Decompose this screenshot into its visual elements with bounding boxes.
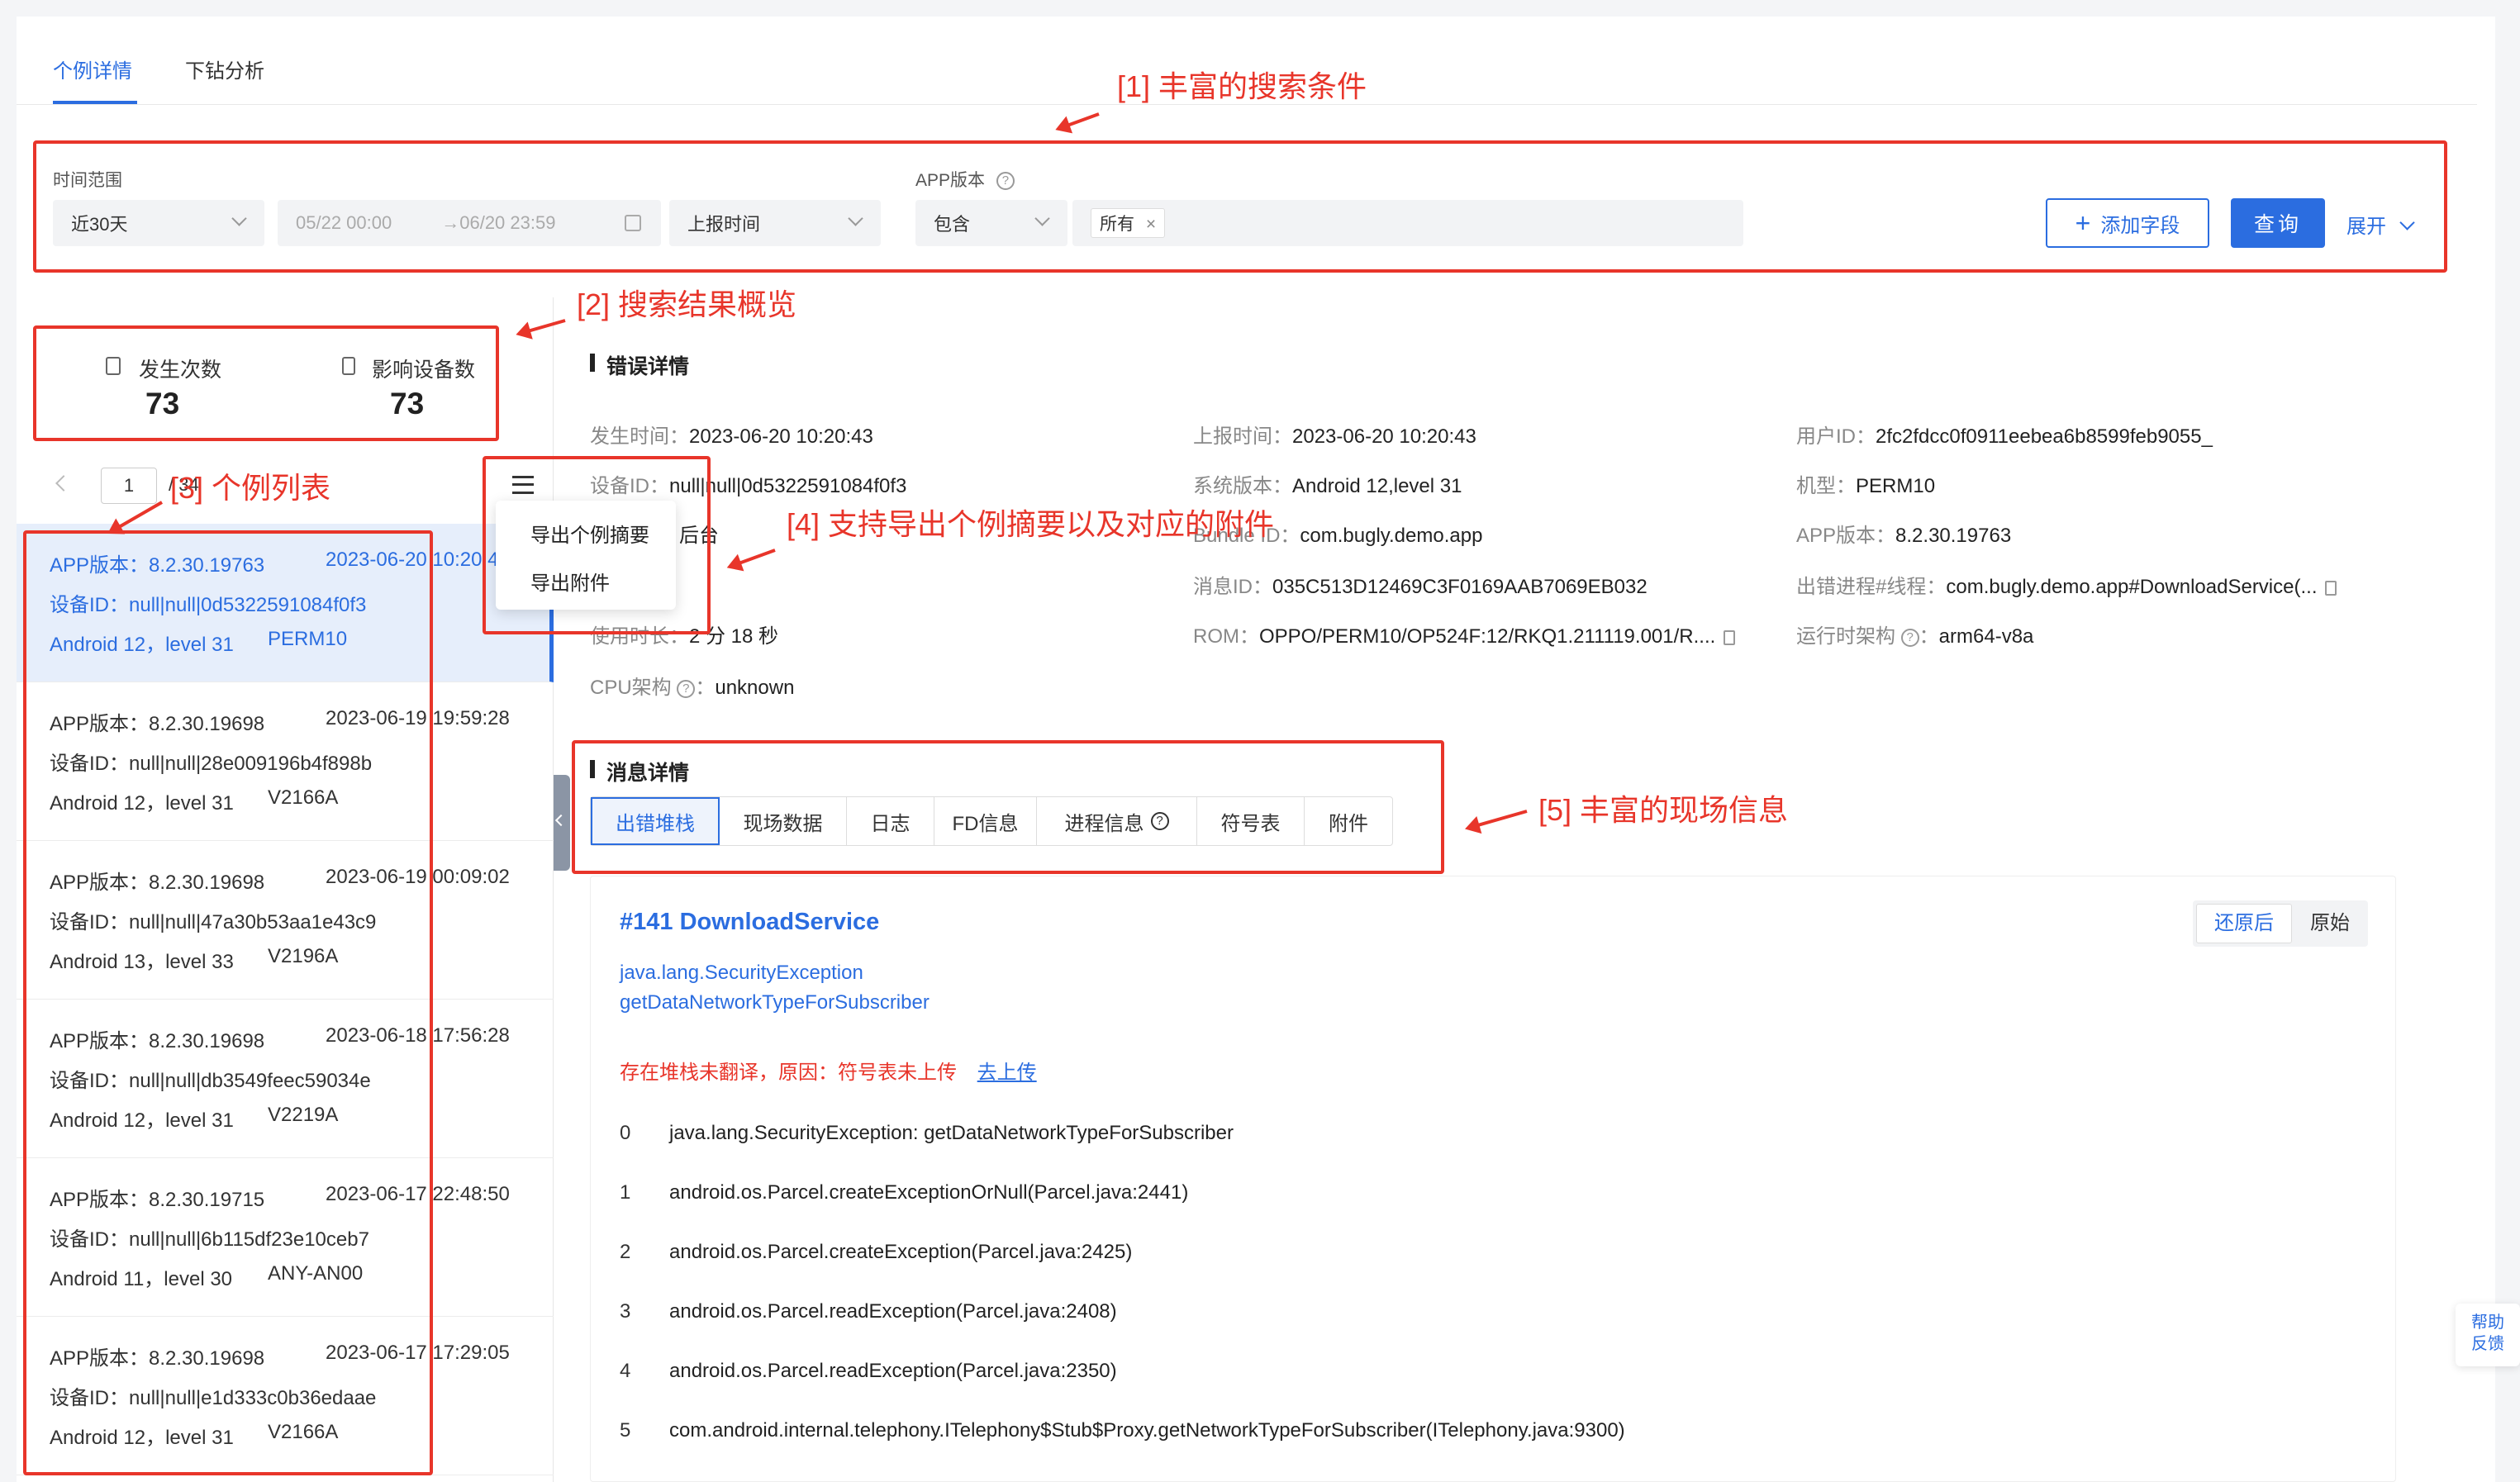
upload-link[interactable]: 去上传 <box>977 1062 1037 1084</box>
annotation-box-5 <box>572 740 1444 874</box>
field-app-version: APP版本：8.2.30.19763 <box>1796 519 2011 548</box>
help-feedback-button[interactable]: 帮助 反馈 <box>2456 1304 2520 1366</box>
field-value: Android 12,level 31 <box>1292 475 1462 497</box>
field-key: APP版本： <box>1796 525 1896 547</box>
field-value: arm64-v8a <box>1938 625 2034 648</box>
field-key: 上报时间： <box>1193 425 1292 448</box>
stack-line-index: 2 <box>620 1241 631 1263</box>
field-key: 消息ID： <box>1193 576 1272 598</box>
field-key: 系统版本： <box>1193 475 1292 497</box>
field-value: 2023-06-20 10:20:43 <box>1292 425 1476 448</box>
annotation-label-2: [2] 搜索结果概览 <box>577 287 797 321</box>
stack-line-text: java.lang.SecurityException: getDataNetw… <box>669 1122 1234 1144</box>
field-value: 2fc2fdcc0f0911eebea6b8599feb9055_ <box>1876 425 2213 448</box>
field-value: 035C513D12469C3F0169AAB7069EB032 <box>1272 576 1648 598</box>
help-circle-icon[interactable]: ? <box>1900 628 1919 647</box>
field-key: ROM： <box>1193 625 1259 648</box>
error-detail-title: 错误详情 <box>590 350 689 380</box>
stack-line-text: android.os.Parcel.createExceptionOrNull(… <box>669 1181 1189 1204</box>
annotation-box-1 <box>33 140 2447 273</box>
restore-button[interactable]: 还原后 <box>2196 904 2292 943</box>
stack-line-text: android.os.Parcel.readException(Parcel.j… <box>669 1300 1117 1323</box>
annotation-label-5: [5] 丰富的现场信息 <box>1538 793 1789 827</box>
field-key: CPU架构 <box>590 677 672 699</box>
field-os-version: 系统版本：Android 12,level 31 <box>1193 469 1462 498</box>
field-model: 机型：PERM10 <box>1796 469 1935 498</box>
field-key: 运行时架构 <box>1796 625 1895 648</box>
field-value: unknown <box>715 677 795 699</box>
field-value: com.bugly.demo.app <box>1300 525 1483 547</box>
stack-line-text: android.os.Parcel.readException(Parcel.j… <box>669 1360 1117 1382</box>
collapse-handle[interactable] <box>554 775 570 871</box>
stack-line-text: android.os.Parcel.createException(Parcel… <box>669 1241 1133 1263</box>
view-mode-toggle: 还原后 原始 <box>2193 900 2368 947</box>
field-report-time: 上报时间：2023-06-20 10:20:43 <box>1193 420 1476 449</box>
field-key: 出错进程#线程： <box>1796 576 1947 598</box>
stack-line-index: 4 <box>620 1360 631 1382</box>
help-label: 帮助 <box>2471 1313 2504 1332</box>
tab-drilldown[interactable]: 下钻分析 <box>185 55 264 83</box>
field-rom: ROM：OPPO/PERM10/OP524F:12/RKQ1.211119.00… <box>1193 620 1736 648</box>
stack-line-index: 5 <box>620 1419 631 1442</box>
field-user-id: 用户ID：2fc2fdcc0f0911eebea6b8599feb9055_ <box>1796 420 2213 449</box>
stack-line-index: 1 <box>620 1181 631 1204</box>
stack-line-index: 0 <box>620 1122 631 1144</box>
thread-title: #141 DownloadService <box>620 909 880 935</box>
field-key: 机型： <box>1796 475 1856 497</box>
field-value: com.bugly.demo.app#DownloadService(... <box>1946 576 2318 598</box>
feedback-label: 反馈 <box>2471 1335 2504 1353</box>
raw-button[interactable]: 原始 <box>2295 904 2365 943</box>
stack-warning-text: 存在堆栈未翻译，原因：符号表未上传 <box>620 1062 957 1084</box>
help-circle-icon[interactable]: ? <box>677 679 696 698</box>
annotation-box-3 <box>23 530 433 1475</box>
annotation-box-4 <box>483 456 711 634</box>
stack-line-text: com.android.internal.telephony.ITelephon… <box>669 1419 1625 1442</box>
stack-line-index: 3 <box>620 1300 631 1323</box>
exception-method: getDataNetworkTypeForSubscriber <box>620 991 930 1014</box>
field-value: PERM10 <box>1856 475 1936 497</box>
field-runtime-arch: 运行时架构 ? ：arm64-v8a <box>1796 625 2034 648</box>
field-occurred-time: 发生时间：2023-06-20 10:20:43 <box>590 420 873 449</box>
copy-icon[interactable] <box>1724 629 1736 645</box>
annotation-label-3: [3] 个例列表 <box>170 471 331 505</box>
field-value: OPPO/PERM10/OP524F:12/RKQ1.211119.001/R.… <box>1259 625 1716 648</box>
field-key: 发生时间： <box>590 425 689 448</box>
tab-case-detail[interactable]: 个例详情 <box>53 55 132 83</box>
annotation-box-2 <box>33 325 499 441</box>
annotation-label-1: [1] 丰富的搜索条件 <box>1117 69 1367 103</box>
field-message-id: 消息ID：035C513D12469C3F0169AAB7069EB032 <box>1193 570 1648 599</box>
field-value: 2023-06-20 10:20:43 <box>689 425 873 448</box>
field-process-thread: 出错进程#线程：com.bugly.demo.app#DownloadServi… <box>1796 570 2337 599</box>
exception-type: java.lang.SecurityException <box>620 962 863 984</box>
annotation-label-4: [4] 支持导出个例摘要以及对应的附件 <box>787 507 1275 541</box>
field-key: 用户ID： <box>1796 425 1876 448</box>
page-input[interactable]: 1 <box>101 468 157 504</box>
field-cpu-arch: CPU架构 ? ：unknown <box>590 677 795 699</box>
chevron-left-icon <box>554 814 568 827</box>
stack-warning: 存在堆栈未翻译，原因：符号表未上传 去上传 <box>620 1056 1037 1085</box>
copy-icon[interactable] <box>2325 580 2337 596</box>
field-value: 8.2.30.19763 <box>1895 525 2012 547</box>
